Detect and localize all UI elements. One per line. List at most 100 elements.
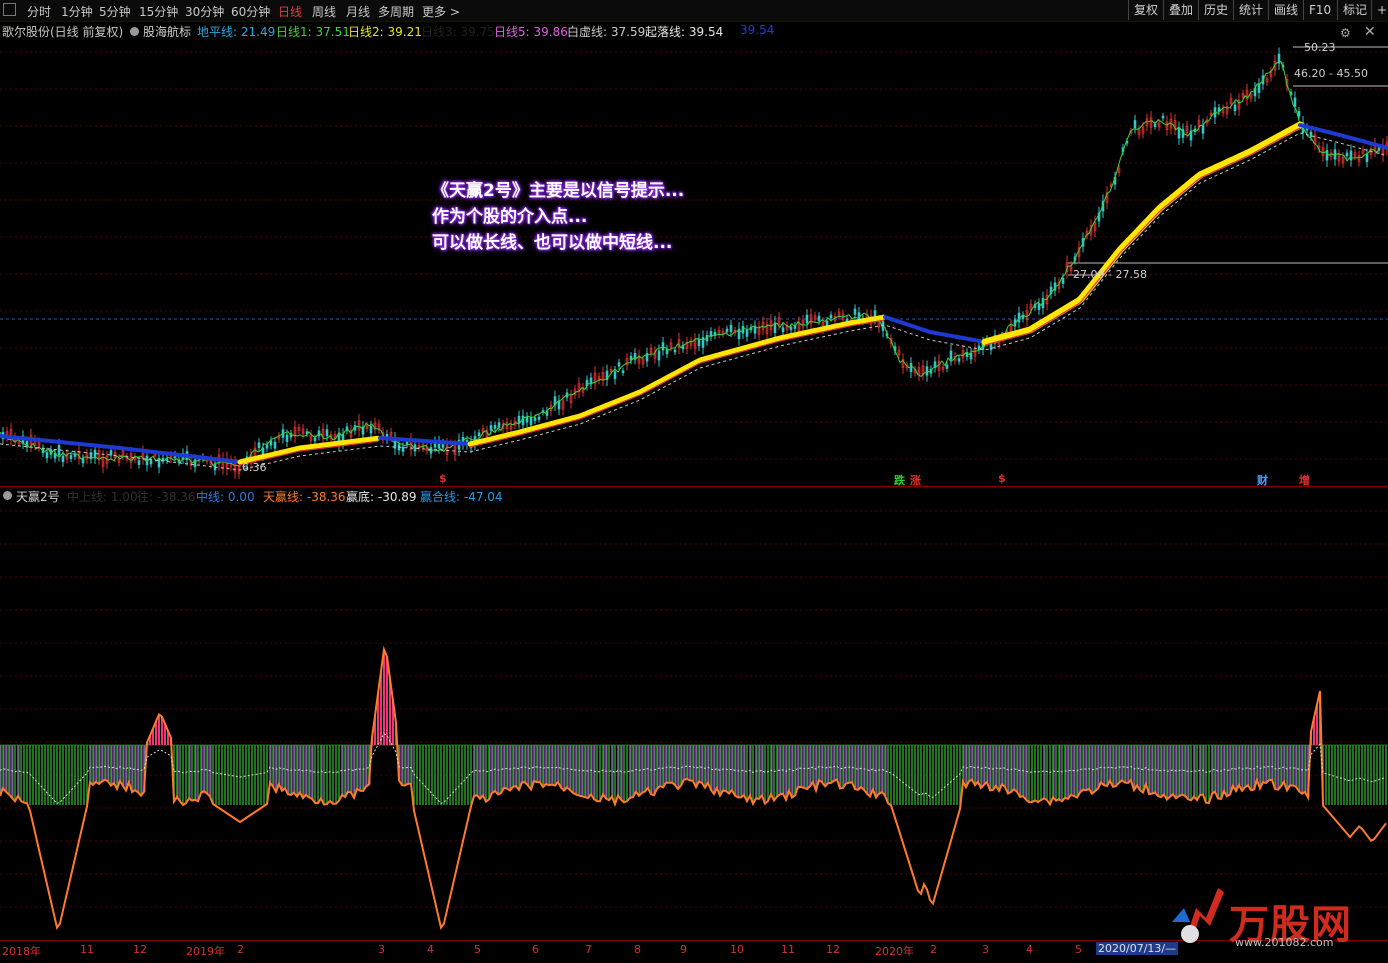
main-indicator-name[interactable]: 股海航标 — [143, 23, 191, 40]
trend-ribbon — [378, 436, 472, 446]
main-chart-title: 歌尔股份(日线 前复权) — [2, 25, 124, 39]
low-price-label: 6.36 — [242, 461, 267, 474]
lower-range-label: 27.09 - 27.58 — [1073, 268, 1147, 281]
history-button[interactable]: 历史 — [1198, 0, 1233, 20]
candle — [325, 429, 329, 437]
watermark-logo-icon — [1172, 888, 1224, 943]
candle — [697, 338, 701, 347]
panel-settings-icon[interactable]: ⚙ — [1340, 26, 1351, 40]
date-tick: 6 — [532, 943, 539, 956]
candle — [1133, 120, 1137, 129]
candle — [1257, 83, 1261, 93]
annotation-line: 可以做长线、也可以做中短线... — [432, 233, 673, 253]
custom-button[interactable]: +自 — [1371, 0, 1388, 20]
candle — [1293, 97, 1297, 107]
candle — [745, 329, 749, 337]
period-tab-more[interactable]: 更多 > — [422, 3, 460, 20]
signal-dollar-1: $ — [439, 472, 447, 485]
signal-dollar-2: $ — [998, 472, 1006, 485]
indicator-menu-icon[interactable] — [130, 27, 139, 36]
date-tick: 2019年 — [186, 945, 225, 958]
candle — [817, 315, 821, 321]
candle — [1177, 128, 1181, 139]
candle — [661, 342, 665, 351]
candle — [405, 441, 409, 445]
date-tick: 5 — [1075, 943, 1082, 956]
high-price-label: 50.23 — [1304, 41, 1336, 54]
candle — [1309, 131, 1313, 137]
candle — [529, 416, 533, 426]
signal-dollar-1-text: $ — [439, 472, 447, 485]
candle — [81, 458, 85, 464]
candle — [517, 415, 521, 424]
period-tab-15min[interactable]: 15分钟 — [139, 3, 178, 20]
candle — [313, 437, 317, 442]
date-tick: 9 — [680, 943, 687, 956]
period-tab-monthly[interactable]: 月线 — [346, 3, 370, 20]
period-tab-5min[interactable]: 5分钟 — [99, 3, 131, 20]
more-label: 更多 — [422, 5, 447, 19]
annotation-text: 《天赢2号》主要是以信号提示... 作为个股的介入点... 可以做长线、也可以做… — [432, 178, 684, 256]
legend-rise-fall: 起落线: 39.54 — [645, 25, 724, 39]
candle — [613, 371, 617, 380]
legend-day-line-1: 日线1: 37.51 — [276, 25, 350, 39]
period-tab-multi[interactable]: 多周期 — [378, 3, 414, 20]
period-tab-30min[interactable]: 30分钟 — [185, 3, 224, 20]
legend-day-line-5: 日线5: 39.86 — [494, 25, 568, 39]
candle — [69, 455, 73, 459]
date-tick: 10 — [730, 943, 744, 956]
date-tick: 11 — [781, 943, 795, 956]
trend-ribbon-edge — [984, 127, 1301, 346]
period-tab-intraday[interactable]: 分时 — [27, 3, 51, 20]
legend-day-line-3: 日线3: 39.75 — [421, 25, 495, 39]
candle — [1233, 104, 1237, 111]
overlay-button[interactable]: 叠加 — [1163, 0, 1198, 20]
candle — [657, 350, 661, 361]
candle — [621, 370, 625, 374]
chevron-right-icon: > — [446, 5, 460, 19]
candlestick-chart[interactable] — [0, 40, 1388, 486]
f10-button[interactable]: F10 — [1303, 0, 1336, 20]
date-tick: 12 — [826, 943, 840, 956]
candle — [729, 324, 733, 333]
period-tab-60min[interactable]: 60分钟 — [231, 3, 270, 20]
candle — [949, 350, 953, 360]
period-tab-weekly[interactable]: 周线 — [312, 3, 336, 20]
statistics-button[interactable]: 统计 — [1233, 0, 1268, 20]
draw-line-button[interactable]: 画线 — [1268, 0, 1303, 20]
signal-dollar-2-text: $ — [998, 472, 1006, 485]
fast-ma-line — [0, 60, 1387, 467]
candle — [1153, 124, 1157, 127]
candle — [257, 442, 261, 448]
candle — [789, 326, 793, 331]
candle — [989, 344, 993, 351]
date-tick: 5 — [474, 943, 481, 956]
panel-close-icon[interactable]: ✕ — [1364, 24, 1376, 40]
white-dash-line — [0, 132, 1385, 471]
candle — [537, 416, 541, 420]
period-toolbar: 分时 1分钟 5分钟 15分钟 30分钟 60分钟 日线 周线 月线 多周期 更… — [0, 0, 1388, 22]
candle — [829, 314, 833, 319]
period-tab-1min[interactable]: 1分钟 — [61, 3, 93, 20]
candle — [521, 415, 525, 426]
date-tick: 2 — [930, 943, 937, 956]
mark-button[interactable]: 标记 — [1337, 0, 1372, 20]
restore-rights-button[interactable]: 复权 — [1128, 0, 1163, 20]
legend-horizon-line: 地平线: 21.49 — [197, 25, 276, 39]
candle — [477, 432, 481, 437]
window-menu-icon[interactable] — [3, 3, 16, 16]
candle — [265, 444, 269, 449]
date-tick: 4 — [1026, 943, 1033, 956]
candle — [557, 400, 561, 410]
tianying-oscillator-chart[interactable] — [0, 502, 1388, 940]
candle — [493, 424, 497, 429]
period-tab-daily[interactable]: 日线 — [278, 3, 302, 20]
candle — [781, 327, 785, 333]
candle — [489, 425, 493, 431]
date-tick: 4 — [427, 943, 434, 956]
watermark-url: www.201082.com — [1235, 936, 1334, 949]
candle — [45, 452, 49, 459]
date-tick: 7 — [585, 943, 592, 956]
candle — [617, 362, 621, 367]
sub-indicator-menu-icon[interactable] — [3, 491, 12, 500]
